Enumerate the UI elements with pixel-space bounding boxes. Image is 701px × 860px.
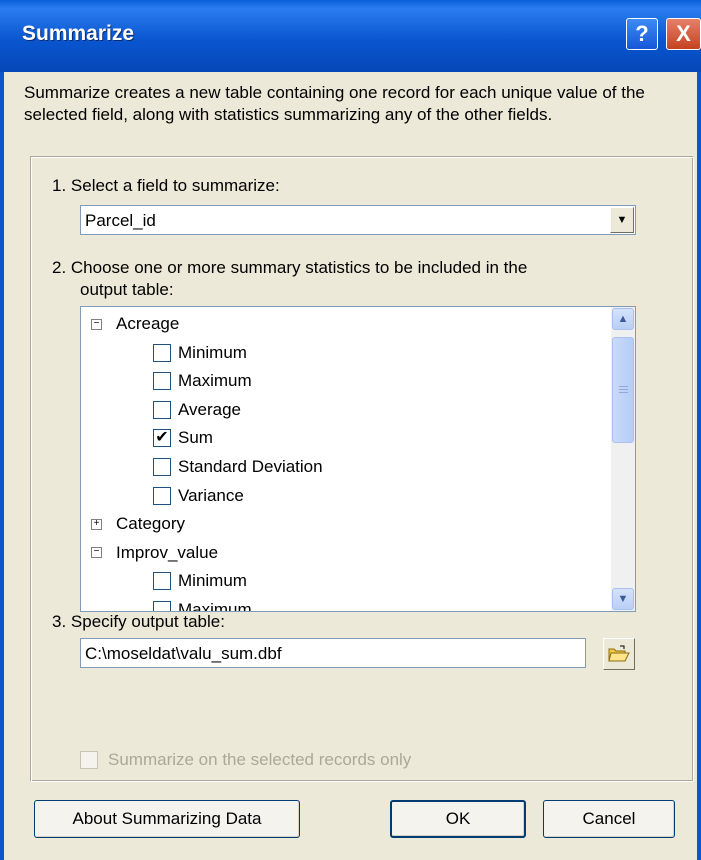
stat-checkbox[interactable]: ✔ (153, 429, 171, 448)
step2-label-line1: 2. Choose one or more summary statistics… (52, 258, 528, 277)
description-text: Summarize creates a new table containing… (24, 83, 645, 124)
tree-item-label: Improv_value (116, 542, 219, 562)
tree-scrollbar[interactable]: ▲ ▼ (611, 307, 635, 611)
title-bar[interactable]: Summarize ? X (0, 0, 701, 72)
tree-group-improv_value[interactable]: − Improv_value (91, 540, 218, 566)
field-select[interactable]: Parcel_id ▼ (80, 205, 636, 235)
tree-stat-item[interactable]: Standard Deviation (153, 454, 323, 480)
tree-stat-item[interactable]: Maximum (153, 368, 252, 394)
scroll-thumb[interactable] (612, 337, 634, 443)
browse-button[interactable] (603, 638, 635, 670)
ok-button[interactable]: OK (390, 800, 526, 838)
dialog-title: Summarize (22, 22, 135, 45)
tree-stat-item[interactable]: Minimum (153, 568, 247, 594)
stat-checkbox[interactable] (153, 400, 171, 419)
selected-records-only-box[interactable] (80, 751, 98, 769)
tree-stat-item[interactable]: Minimum (153, 340, 247, 366)
tree-stat-item[interactable]: Average (153, 397, 241, 423)
tree-item-label: Sum (178, 428, 213, 448)
tree-item-label: Maximum (178, 371, 252, 391)
collapse-icon[interactable]: − (91, 547, 102, 559)
dropdown-arrow-icon[interactable]: ▼ (610, 207, 634, 233)
tree-item-label: Average (178, 399, 242, 419)
statistics-tree[interactable]: − Acreage Minimum Maximum Average ✔ Sum Standar… (80, 306, 636, 612)
selected-records-only-label: Summarize on the selected records only (108, 750, 412, 769)
selected-records-only-checkbox[interactable]: Summarize on the selected records only (80, 750, 411, 770)
tree-item-label: Acreage (116, 314, 180, 333)
output-table-value: C:\moseldat\valu_sum.dbf (85, 644, 282, 663)
tree-stat-item[interactable]: Variance (153, 483, 244, 509)
tree-stat-item[interactable]: ✔ Sum (153, 425, 213, 451)
step3-label: 3. Specify output table: (52, 612, 225, 631)
tree-item-label: Minimum (178, 342, 247, 362)
close-button[interactable]: X (666, 18, 701, 50)
about-summarizing-button[interactable]: About Summarizing Data (34, 800, 300, 838)
expand-icon[interactable]: + (91, 518, 102, 530)
help-button[interactable]: ? (626, 18, 658, 50)
tree-item-label: Variance (178, 485, 244, 505)
summarize-dialog: Summarize ? X Summarize creates a new ta… (0, 0, 701, 860)
tree-stat-item[interactable]: Maximum (153, 597, 252, 612)
tree-item-label: Maximum (178, 600, 252, 612)
window-border-right (697, 72, 701, 860)
step1-label: 1. Select a field to summarize: (52, 176, 280, 195)
collapse-icon[interactable]: − (91, 318, 102, 330)
tree-group-category[interactable]: + Category (91, 511, 185, 537)
output-table-input[interactable]: C:\moseldat\valu_sum.dbf (80, 638, 586, 668)
scroll-down-icon[interactable]: ▼ (612, 588, 634, 610)
field-select-value: Parcel_id (85, 211, 156, 230)
window-border-left (0, 72, 4, 860)
stat-checkbox[interactable] (153, 572, 171, 591)
tree-item-label: Standard Deviation (178, 457, 323, 476)
tree-item-label: Category (116, 514, 185, 534)
stat-checkbox[interactable] (153, 601, 171, 611)
tree-item-label: Minimum (178, 571, 247, 591)
scroll-up-icon[interactable]: ▲ (612, 308, 634, 330)
step2-label-line2: output table: (80, 280, 174, 299)
stat-checkbox[interactable] (153, 486, 171, 505)
stat-checkbox[interactable] (153, 372, 171, 391)
stat-checkbox[interactable] (153, 343, 171, 362)
cancel-button[interactable]: Cancel (543, 800, 675, 838)
open-folder-icon (608, 645, 630, 662)
tree-group-acreage[interactable]: − Acreage (91, 311, 179, 337)
stat-checkbox[interactable] (153, 458, 171, 476)
